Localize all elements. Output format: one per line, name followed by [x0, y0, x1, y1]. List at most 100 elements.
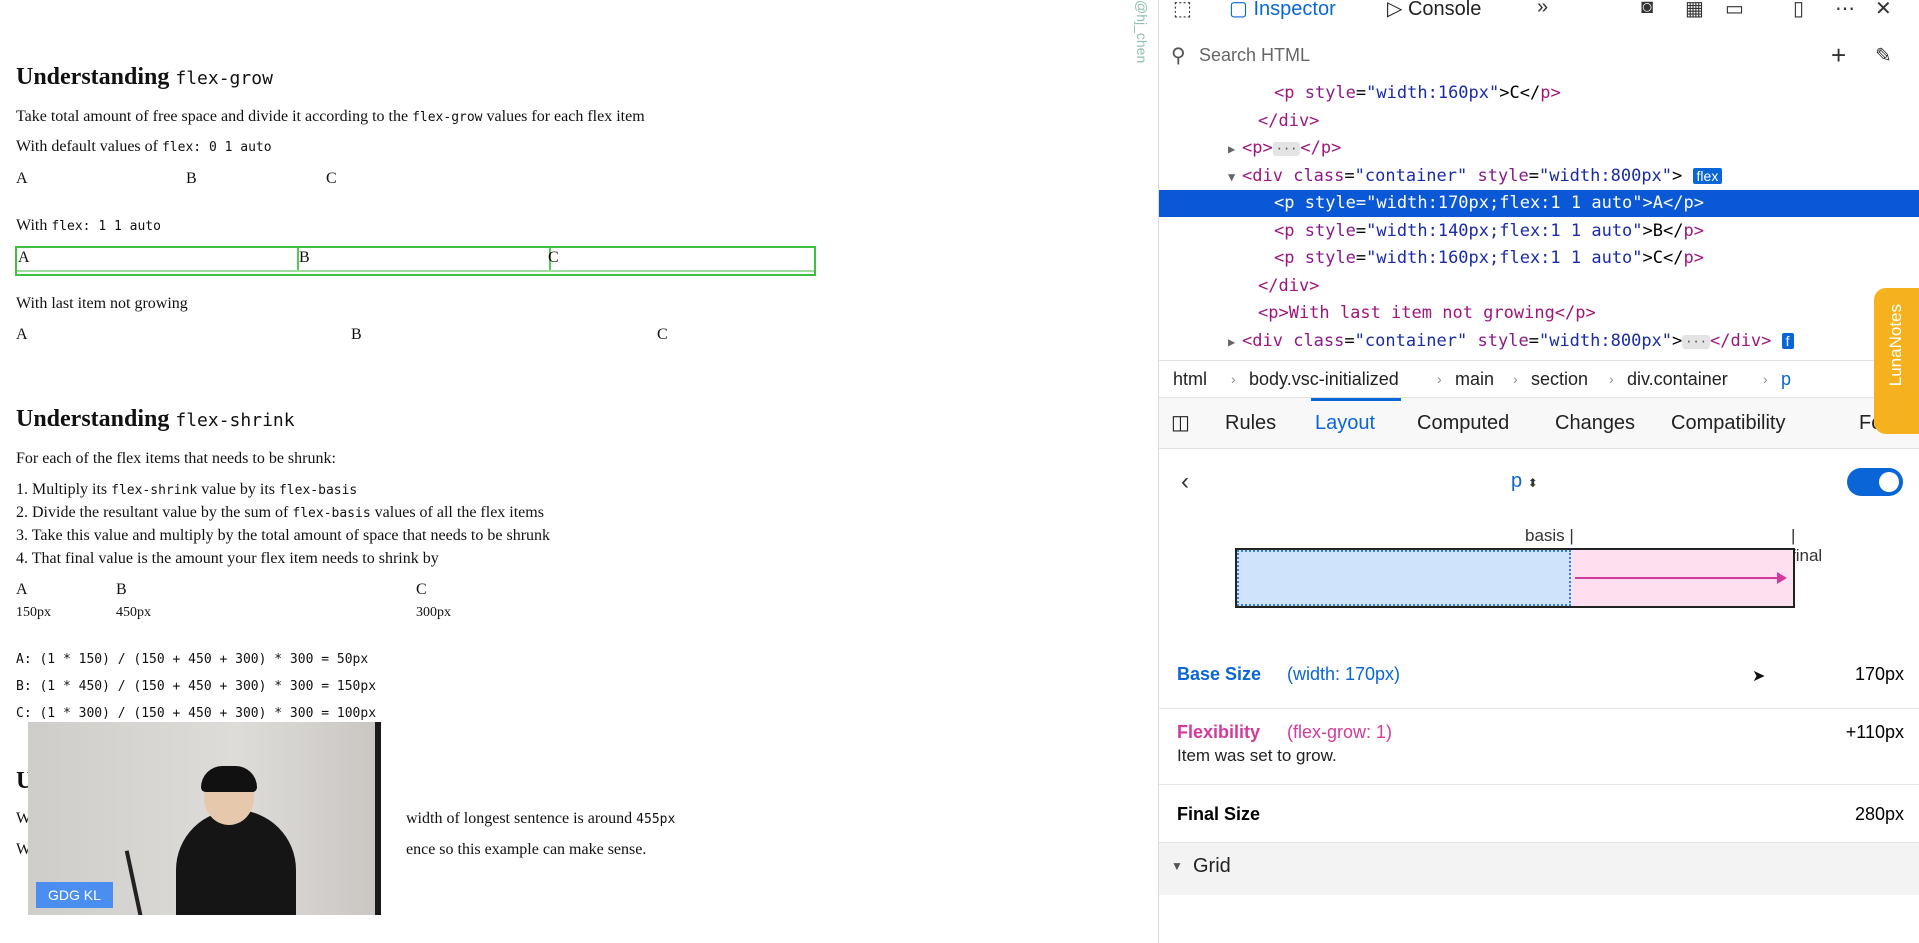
select-arrows-icon: ⬍ — [1527, 476, 1538, 490]
tag-close: p> — [1683, 193, 1704, 213]
sidebar-toggle-icon[interactable]: ◫ — [1171, 410, 1190, 435]
grow-arrow — [1575, 572, 1787, 584]
breadcrumb-item[interactable]: html — [1173, 369, 1207, 390]
markup-node[interactable]: </div> — [1159, 108, 1919, 135]
speaker-hair — [201, 766, 257, 792]
tag-open: <p — [1274, 193, 1295, 213]
tag-open: <p>With last item not growing</p> — [1258, 303, 1596, 323]
tab-changes[interactable]: Changes — [1555, 412, 1635, 435]
search-input[interactable]: Search HTML — [1199, 45, 1310, 66]
more-tabs-icon[interactable]: » — [1537, 0, 1548, 19]
collapsed-content[interactable]: ··· — [1272, 142, 1301, 156]
frames-icon[interactable]: ▦ — [1685, 0, 1704, 21]
basis-region — [1237, 550, 1571, 606]
flex-item-a-outline — [17, 248, 299, 270]
lunanotes-extension-tab[interactable]: LunaNotes — [1874, 288, 1919, 434]
attr-name: style — [1477, 330, 1529, 351]
back-chevron-icon[interactable]: ‹ — [1181, 468, 1189, 496]
attr-name: style — [1477, 165, 1529, 186]
base-size-row: Base Size (width: 170px) 170px — [1159, 664, 1919, 704]
flex-item-b: B — [351, 326, 362, 343]
flex-item-selector[interactable]: p ⬍ — [1511, 470, 1538, 493]
markup-node[interactable]: ▶ <p> ··· </p> — [1159, 135, 1919, 162]
breadcrumb-item[interactable]: main — [1455, 369, 1494, 390]
attr-value: "container" — [1354, 165, 1468, 186]
close-icon[interactable]: ✕ — [1875, 0, 1892, 21]
markup-node[interactable]: <p style="width:140px;flex:1 1 auto">B</… — [1159, 218, 1919, 245]
screenshot-icon[interactable]: ◙ — [1641, 0, 1653, 19]
breadcrumb-item[interactable]: div.container — [1627, 369, 1728, 390]
markup-node[interactable]: <p style="width:160px;flex:1 1 auto">C</… — [1159, 245, 1919, 272]
paragraph-line-2: ence so this example can make sense. — [406, 841, 647, 858]
collapsed-content[interactable]: ··· — [1682, 334, 1710, 349]
expand-toggle-icon[interactable]: ▶ — [1228, 136, 1242, 163]
tab-computed[interactable]: Computed — [1417, 412, 1509, 435]
breadcrumb: html › body.vsc-initialized › main › section › d… — [1159, 360, 1919, 398]
markup-node[interactable]: ▼ <div class="container" style="width:800… — [1159, 163, 1919, 190]
final-label: | final — [1791, 526, 1823, 565]
default-values-label: With default values of flex: 0 1 auto — [16, 138, 272, 155]
dock-icon[interactable]: ▯ — [1793, 0, 1804, 21]
flex-badge[interactable]: flex — [1692, 167, 1723, 184]
base-size-value: 170px — [1854, 664, 1904, 684]
node-text: > — [1672, 330, 1683, 351]
node-text: > — [1672, 165, 1683, 186]
attr-name: class — [1293, 330, 1345, 351]
breadcrumb-separator-icon: › — [1513, 371, 1518, 387]
tab-compatibility[interactable]: Compatibility — [1671, 412, 1785, 435]
tab-layout[interactable]: Layout — [1315, 412, 1375, 435]
markup-node[interactable]: <p style="width:160px">C</p> — [1159, 80, 1919, 107]
demo-row-last-not-growing: A B C — [16, 326, 816, 346]
section-title-flex-shrink: Understanding flex-shrink — [16, 406, 295, 432]
node-text: >A</ — [1642, 193, 1684, 213]
grid-section-header[interactable]: ▼ Grid — [1159, 842, 1919, 895]
demo-row-default: A B C — [16, 170, 616, 190]
element-picker-icon[interactable]: ⬚ — [1173, 0, 1192, 21]
markup-node[interactable]: </div> — [1159, 273, 1919, 300]
sidebar-tabs: ◫ Rules Layout Computed Changes Compatib… — [1159, 398, 1919, 449]
add-node-icon[interactable]: + — [1831, 40, 1846, 71]
flex-item-b-size: 450px — [116, 605, 151, 620]
breadcrumb-item[interactable]: body.vsc-initialized — [1249, 369, 1399, 390]
flex-item-c-size: 300px — [416, 605, 451, 620]
markup-node[interactable]: ▶ <div class="container" style="width:800… — [1159, 328, 1919, 355]
final-size-row: Final Size 280px — [1159, 804, 1919, 834]
tab-inspector[interactable]: ▢ Inspector — [1229, 0, 1336, 21]
flex-item-a: A — [16, 326, 28, 343]
attr-name: style — [1304, 220, 1356, 241]
flex-grow-description: Take total amount of free space and divi… — [16, 108, 645, 125]
mouse-cursor-icon: ➤ — [1752, 668, 1766, 685]
flex-badge-cut[interactable]: f — [1781, 332, 1794, 349]
menu-icon[interactable]: ⋯ — [1835, 0, 1855, 21]
expand-toggle-icon[interactable]: ▶ — [1228, 329, 1242, 356]
devtools-toolbar: ⬚ ▢ Inspector ▷ Console » ◙ ▦ ▭ ▯ ⋯ ✕ — [1159, 0, 1919, 22]
flex-item-b: B — [186, 170, 197, 187]
tab-console[interactable]: ▷ Console — [1387, 0, 1481, 21]
breadcrumb-item[interactable]: p — [1781, 369, 1791, 390]
breadcrumb-item[interactable]: section — [1531, 369, 1588, 390]
markup-node[interactable]: <p style="width:170px;flex:1 1 auto">A</… — [1159, 190, 1919, 217]
eyedropper-icon[interactable]: ✎ — [1875, 43, 1892, 68]
markup-node[interactable]: <p>With last item not growing</p> — [1159, 300, 1919, 327]
shrink-calc-b: B: (1 * 450) / (150 + 450 + 300) * 300 =… — [16, 679, 377, 694]
flex-item-highlight-toggle[interactable] — [1847, 468, 1903, 496]
breadcrumb-separator-icon: › — [1231, 371, 1236, 387]
flexibility-value: +110px — [1845, 722, 1904, 742]
flex-item-b: B — [116, 581, 127, 598]
expand-triangle-icon: ▼ — [1171, 859, 1183, 873]
tab-rules[interactable]: Rules — [1225, 412, 1276, 435]
tag-close: p> — [1683, 220, 1704, 241]
flex-container-highlight: A B C — [15, 246, 816, 276]
flex-item-frame — [1235, 548, 1795, 608]
tag-open: <p — [1274, 220, 1295, 241]
web-page-content: Understanding flex-grow Take total amoun… — [0, 0, 1158, 943]
shrink-step-1: 1. Multiply its flex-shrink value by its… — [16, 481, 358, 498]
shrink-step-2: 2. Divide the resultant value by the sum… — [16, 504, 544, 521]
ruler-icon[interactable]: ▭ — [1725, 0, 1744, 21]
shrink-calc-c: C: (1 * 300) / (150 + 450 + 300) * 300 =… — [16, 706, 377, 721]
flex-item-a: A — [16, 170, 28, 187]
expand-toggle-icon[interactable]: ▼ — [1228, 164, 1242, 191]
flex-1-1-auto-label: With flex: 1 1 auto — [16, 217, 161, 234]
tag-open: <p — [1274, 248, 1295, 268]
tag-open: </div> — [1258, 110, 1320, 131]
